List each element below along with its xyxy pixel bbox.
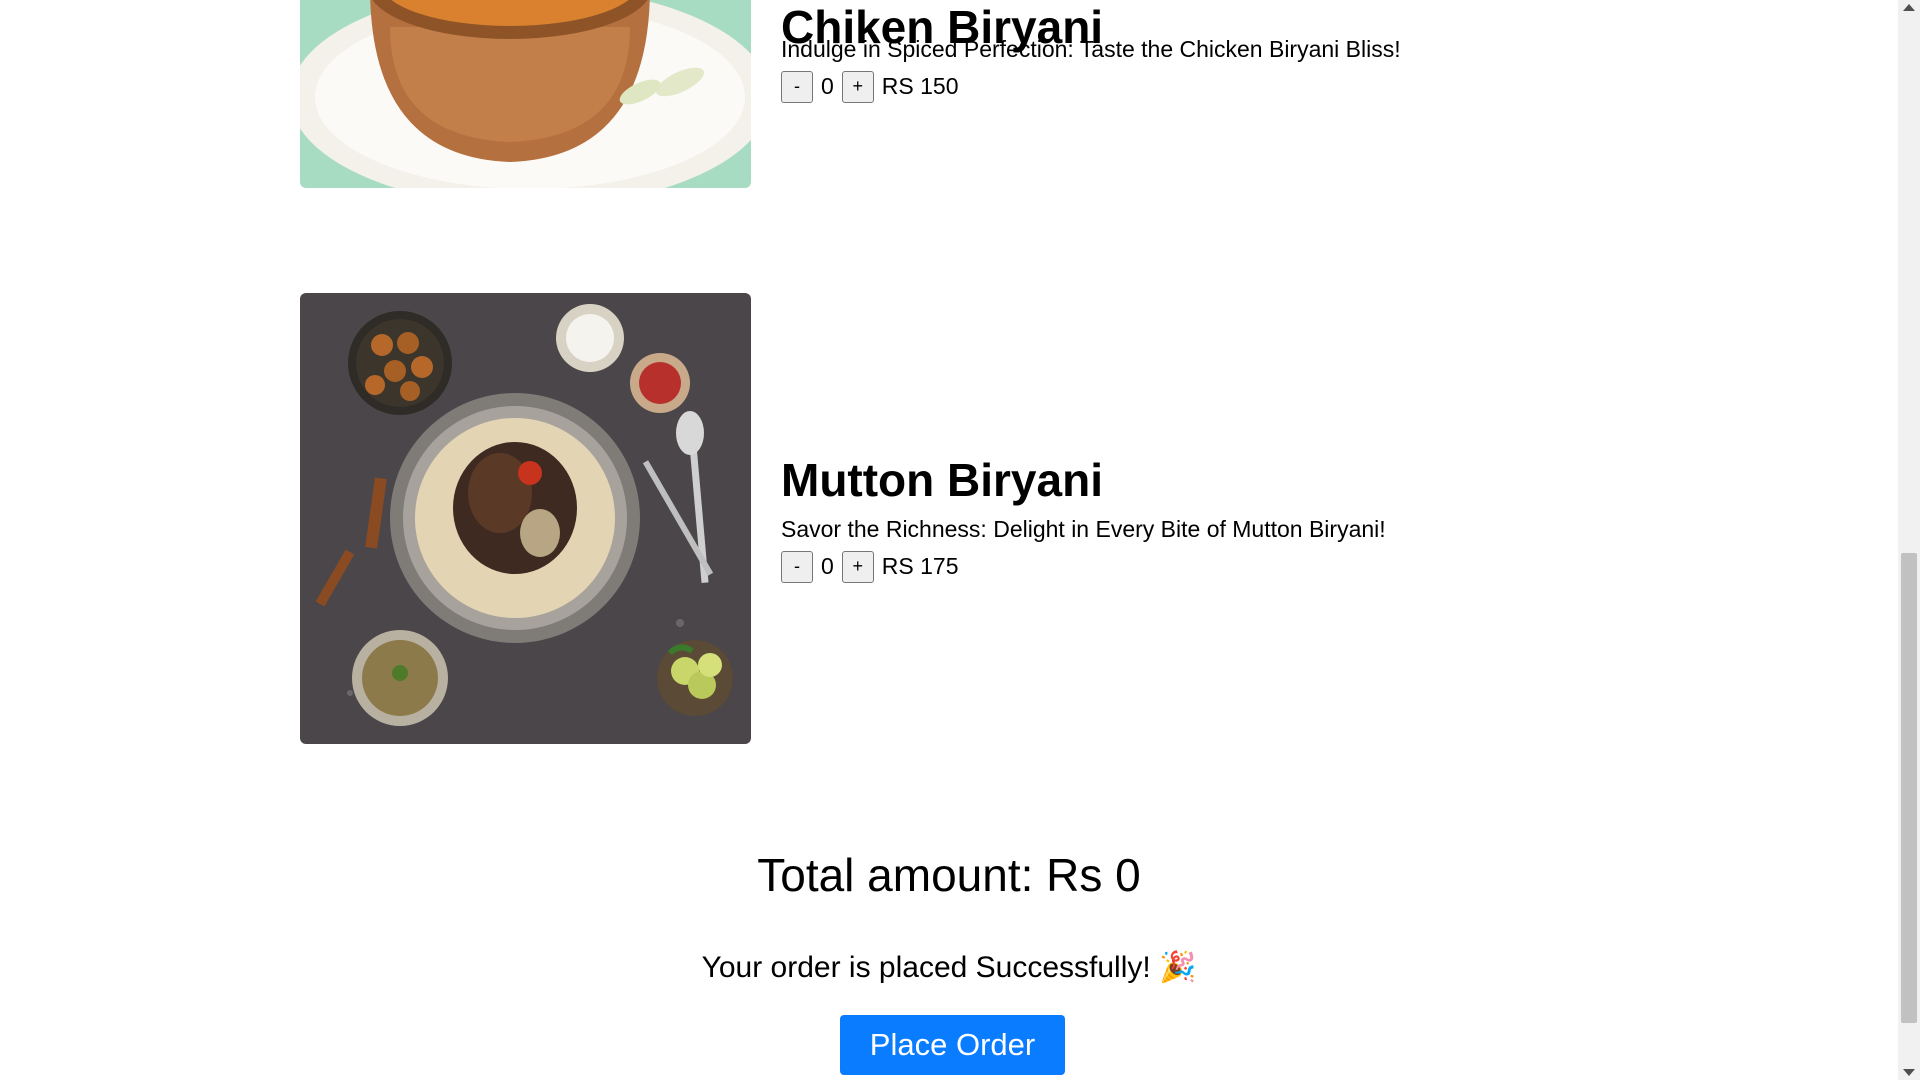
page: Chiken Biryani Indulge in Spiced Perfect… (0, 0, 1898, 1080)
quantity-value: 0 (821, 73, 834, 99)
price-label: RS 150 (881, 73, 959, 99)
quantity-stepper: - 0 + RS 150 (781, 70, 959, 103)
increment-button[interactable]: + (841, 550, 874, 583)
vertical-scrollbar[interactable] (1898, 0, 1920, 1080)
order-success-message: Your order is placed Successfully! 🎉 (701, 951, 1197, 984)
place-order-button[interactable]: Place Order (840, 1015, 1065, 1075)
scroll-down-arrow-icon[interactable] (1903, 1069, 1915, 1076)
dish-title: Mutton Biryani (781, 454, 1103, 506)
decrement-button[interactable]: - (781, 70, 813, 103)
price-label: RS 175 (881, 553, 959, 579)
decrement-button[interactable]: - (781, 550, 813, 583)
chicken-biryani-photo (300, 0, 751, 188)
scroll-up-arrow-icon[interactable] (1903, 4, 1915, 11)
total-amount: Total amount: Rs 0 (757, 849, 1141, 901)
menu-card-mutton-biryani: Mutton Biryani Savor the Richness: Delig… (300, 293, 1600, 744)
dish-description: Savor the Richness: Delight in Every Bit… (781, 516, 1386, 542)
increment-button[interactable]: + (841, 70, 874, 103)
dish-description: Indulge in Spiced Perfection: Taste the … (781, 36, 1401, 62)
scrollbar-thumb[interactable] (1901, 553, 1917, 1023)
mutton-biryani-photo (300, 293, 751, 744)
quantity-stepper: - 0 + RS 175 (781, 550, 959, 583)
menu-card-chicken-biryani: Chiken Biryani Indulge in Spiced Perfect… (300, 0, 1600, 188)
quantity-value: 0 (821, 553, 834, 579)
